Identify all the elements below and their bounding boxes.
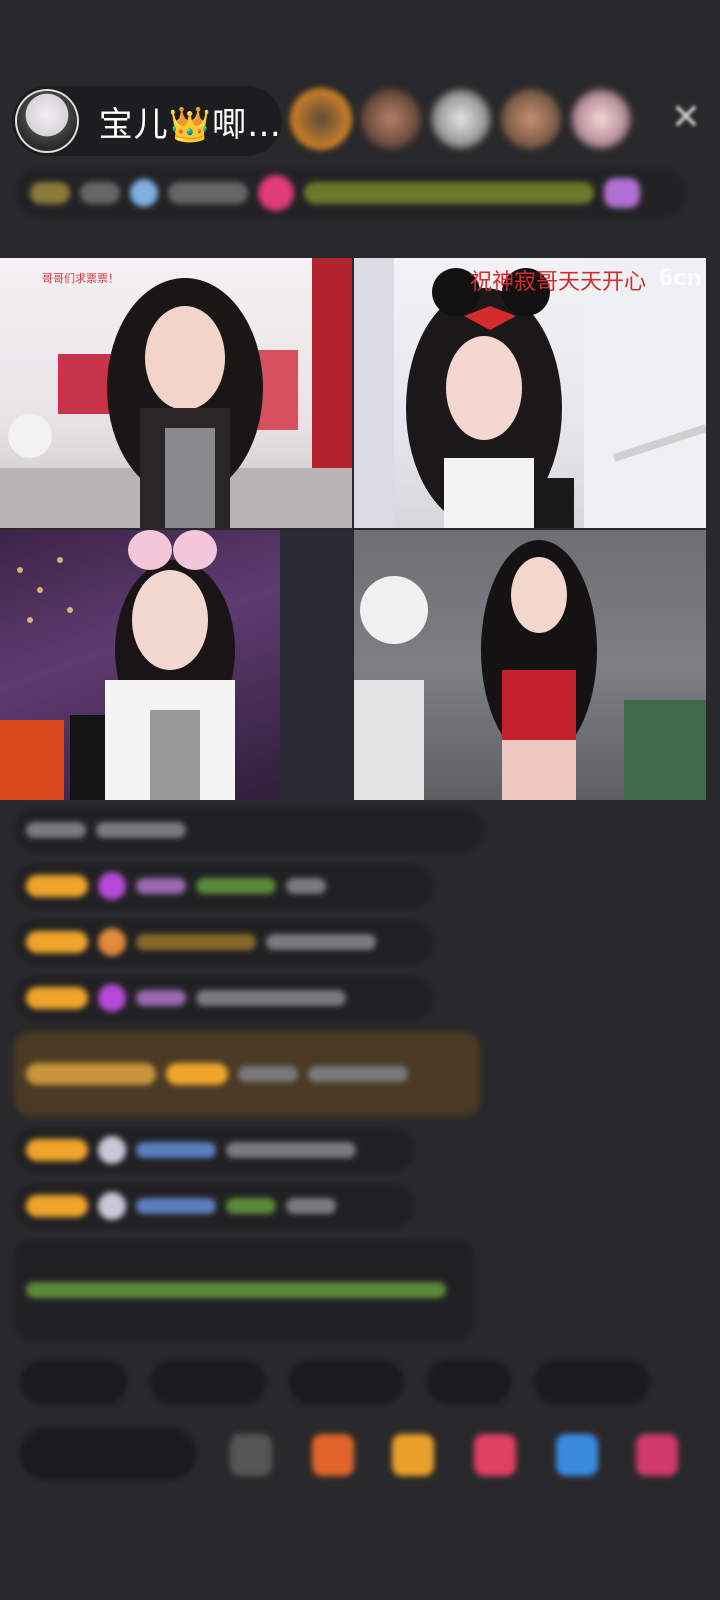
chat-input[interactable] [20, 1428, 196, 1480]
video-tile-1[interactable]: 哥哥们求票票！ [0, 258, 352, 528]
viewer-avatar[interactable] [500, 88, 562, 150]
chat-message [14, 1184, 414, 1228]
gamepad-icon[interactable] [556, 1434, 598, 1476]
emoji-icon[interactable] [230, 1434, 272, 1476]
quick-chip[interactable] [426, 1360, 512, 1404]
gift-icon [258, 175, 294, 211]
streamer-3-video [0, 530, 352, 800]
viewer-avatar[interactable] [570, 88, 632, 150]
bottom-action-bar [20, 1428, 700, 1484]
viewer-avatar[interactable] [290, 88, 352, 150]
viewer-avatar[interactable] [430, 88, 492, 150]
chat-message-highlight [14, 1032, 480, 1116]
chat-list[interactable] [14, 808, 484, 1340]
live-room-screen: 宝儿👑唧… ✕ 哥哥们求票票！ 祝神寂哥天天开心 6cn [0, 0, 720, 1600]
chat-message [14, 864, 434, 908]
rank-badge [30, 182, 70, 204]
video-tile-4[interactable] [354, 530, 706, 800]
quick-chip[interactable] [288, 1360, 404, 1404]
tile-1-caption: 哥哥们求票票！ [42, 272, 119, 285]
viewer-avatar[interactable] [360, 88, 422, 150]
chat-message [14, 976, 434, 1020]
scrolling-notice [304, 182, 594, 204]
streamer-2-video [354, 258, 706, 528]
video-tile-2[interactable]: 祝神寂哥天天开心 6cn [354, 258, 706, 528]
info-icon [130, 179, 158, 207]
host-avatar[interactable] [15, 89, 79, 153]
room-info-bar[interactable] [16, 168, 686, 218]
host-name: 宝儿👑唧… [98, 104, 282, 145]
info-text [168, 182, 248, 204]
chat-message [14, 920, 434, 964]
more-icon [604, 178, 640, 208]
watermark-logo: 6cn [657, 266, 702, 291]
streamer-1-video [0, 258, 352, 528]
close-icon[interactable]: ✕ [668, 100, 704, 136]
quick-chip[interactable] [20, 1360, 128, 1404]
tile-2-caption: 祝神寂哥天天开心 [470, 270, 647, 295]
info-text [80, 182, 120, 204]
quick-chip[interactable] [150, 1360, 266, 1404]
top-viewers-list [290, 88, 632, 150]
menu-icon[interactable] [636, 1434, 678, 1476]
system-notice [14, 1240, 474, 1340]
quick-chip[interactable] [534, 1360, 650, 1404]
chat-message [14, 1128, 414, 1172]
streamer-4-video [354, 540, 706, 800]
package-icon[interactable] [312, 1434, 354, 1476]
host-info-pill[interactable]: 宝儿👑唧… [12, 86, 282, 156]
quick-reply-chips [20, 1360, 650, 1404]
gift-box-icon[interactable] [392, 1434, 434, 1476]
video-tile-3[interactable] [0, 530, 352, 800]
chat-message [14, 808, 484, 852]
heart-gift-icon[interactable] [474, 1434, 516, 1476]
